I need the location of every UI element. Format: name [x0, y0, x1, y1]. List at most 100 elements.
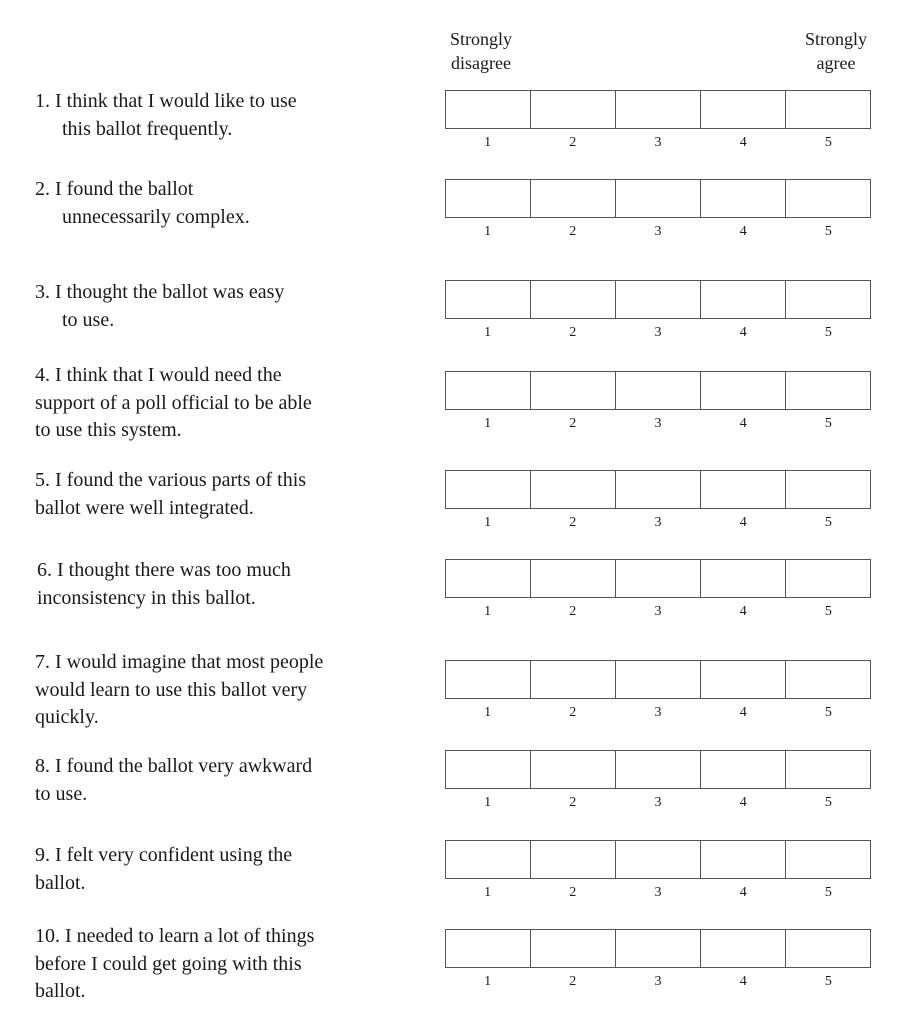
- rating-box-3[interactable]: [616, 560, 701, 597]
- rating-number-label: 3: [654, 135, 662, 150]
- rating-number-label: 3: [654, 325, 662, 340]
- rating-box-3[interactable]: [616, 372, 701, 409]
- rating-number-label: 5: [824, 974, 832, 989]
- rating-scale: [445, 559, 871, 598]
- rating-box-4[interactable]: [701, 560, 786, 597]
- rating-number-label: 4: [739, 795, 747, 810]
- rating-box-3[interactable]: [616, 91, 701, 128]
- rating-number-label: 2: [569, 135, 577, 150]
- rating-scale: [445, 840, 871, 879]
- question-text-line: unnecessarily complex.: [62, 205, 250, 228]
- rating-box-5[interactable]: [786, 91, 870, 128]
- rating-box-3[interactable]: [616, 471, 701, 508]
- rating-number-label: 2: [569, 604, 577, 619]
- rating-box-4[interactable]: [701, 180, 786, 217]
- rating-box-4[interactable]: [701, 372, 786, 409]
- rating-box-2[interactable]: [531, 91, 616, 128]
- rating-box-4[interactable]: [701, 91, 786, 128]
- question-text: 8. I found the ballot very awkward to use…: [35, 753, 312, 808]
- rating-number-label: 3: [654, 515, 662, 530]
- rating-box-3[interactable]: [616, 841, 701, 878]
- rating-scale: [445, 470, 871, 509]
- rating-box-3[interactable]: [616, 180, 701, 217]
- rating-box-4[interactable]: [701, 471, 786, 508]
- rating-box-5[interactable]: [786, 372, 870, 409]
- question-text: 4. I think that I would need the support …: [35, 362, 312, 445]
- rating-box-5[interactable]: [786, 281, 870, 318]
- rating-numbers: 1 2 3 4 5: [445, 974, 871, 990]
- question-text: 2. I found the ballot unnecessarily compl…: [35, 176, 250, 231]
- rating-box-2[interactable]: [531, 560, 616, 597]
- rating-box-5[interactable]: [786, 180, 870, 217]
- rating-box-2[interactable]: [531, 372, 616, 409]
- rating-box-5[interactable]: [786, 471, 870, 508]
- question-text-line: ballot.: [35, 980, 86, 1002]
- rating-box-3[interactable]: [616, 661, 701, 698]
- question-text-line: inconsistency in this ballot.: [37, 586, 256, 609]
- rating-box-1[interactable]: [446, 471, 531, 508]
- rating-box-3[interactable]: [616, 281, 701, 318]
- rating-number-label: 2: [569, 795, 577, 810]
- rating-number-label: 3: [654, 416, 662, 431]
- question-text-line: 4. I think that I would need the: [35, 364, 282, 386]
- scale-label-strongly-disagree: Strongly disagree: [440, 27, 522, 75]
- rating-numbers: 1 2 3 4 5: [445, 885, 871, 901]
- rating-box-2[interactable]: [531, 930, 616, 967]
- scale-label-strongly-agree: Strongly agree: [796, 27, 876, 75]
- rating-number-label: 5: [824, 795, 832, 810]
- question-text-line: 10. I needed to learn a lot of things: [35, 925, 315, 947]
- rating-box-5[interactable]: [786, 841, 870, 878]
- rating-box-2[interactable]: [531, 471, 616, 508]
- rating-number-label: 5: [824, 224, 832, 239]
- rating-number-label: 4: [739, 416, 747, 431]
- rating-number-label: 5: [824, 135, 832, 150]
- rating-box-4[interactable]: [701, 841, 786, 878]
- scale-label-right-line1: Strongly: [804, 29, 867, 49]
- scale-label-left-line2: disagree: [451, 53, 511, 73]
- rating-box-5[interactable]: [786, 560, 870, 597]
- rating-number-label: 4: [739, 515, 747, 530]
- rating-box-4[interactable]: [701, 930, 786, 967]
- rating-box-2[interactable]: [531, 841, 616, 878]
- rating-box-2[interactable]: [531, 661, 616, 698]
- question-text-line: 1. I think that I would like to use: [35, 90, 297, 112]
- rating-number-label: 1: [484, 515, 492, 530]
- question-text-line: 2. I found the ballot: [35, 178, 194, 200]
- rating-numbers: 1 2 3 4 5: [445, 795, 871, 811]
- question-text: 7. I would imagine that most people would…: [35, 649, 323, 732]
- rating-scale: [445, 929, 871, 968]
- rating-number-label: 3: [654, 705, 662, 720]
- rating-box-1[interactable]: [446, 930, 531, 967]
- rating-number-label: 4: [739, 224, 747, 239]
- rating-box-1[interactable]: [446, 560, 531, 597]
- rating-numbers: 1 2 3 4 5: [445, 416, 871, 432]
- rating-box-5[interactable]: [786, 661, 870, 698]
- rating-box-3[interactable]: [616, 751, 701, 788]
- rating-box-1[interactable]: [446, 841, 531, 878]
- rating-box-1[interactable]: [446, 281, 531, 318]
- rating-box-1[interactable]: [446, 751, 531, 788]
- rating-box-1[interactable]: [446, 180, 531, 217]
- question-text-line: 8. I found the ballot very awkward: [35, 755, 313, 777]
- scale-label-left-line1: Strongly: [449, 29, 512, 49]
- rating-number-label: 2: [569, 325, 577, 340]
- rating-scale: [445, 660, 871, 699]
- rating-box-5[interactable]: [786, 930, 870, 967]
- rating-box-1[interactable]: [446, 372, 531, 409]
- rating-box-1[interactable]: [446, 91, 531, 128]
- rating-box-2[interactable]: [531, 180, 616, 217]
- rating-box-4[interactable]: [701, 661, 786, 698]
- rating-box-4[interactable]: [701, 281, 786, 318]
- rating-box-3[interactable]: [616, 930, 701, 967]
- question-text: 6. I thought there was too much inconsist…: [37, 557, 291, 612]
- rating-number-label: 1: [484, 325, 492, 340]
- rating-number-label: 3: [654, 224, 662, 239]
- question-text-line: 3. I thought the ballot was easy: [35, 281, 285, 303]
- rating-box-4[interactable]: [701, 751, 786, 788]
- question-text: 5. I found the various parts of this ball…: [35, 467, 306, 522]
- rating-box-2[interactable]: [531, 281, 616, 318]
- rating-box-1[interactable]: [446, 661, 531, 698]
- rating-box-2[interactable]: [531, 751, 616, 788]
- rating-box-5[interactable]: [786, 751, 870, 788]
- rating-number-label: 1: [484, 224, 492, 239]
